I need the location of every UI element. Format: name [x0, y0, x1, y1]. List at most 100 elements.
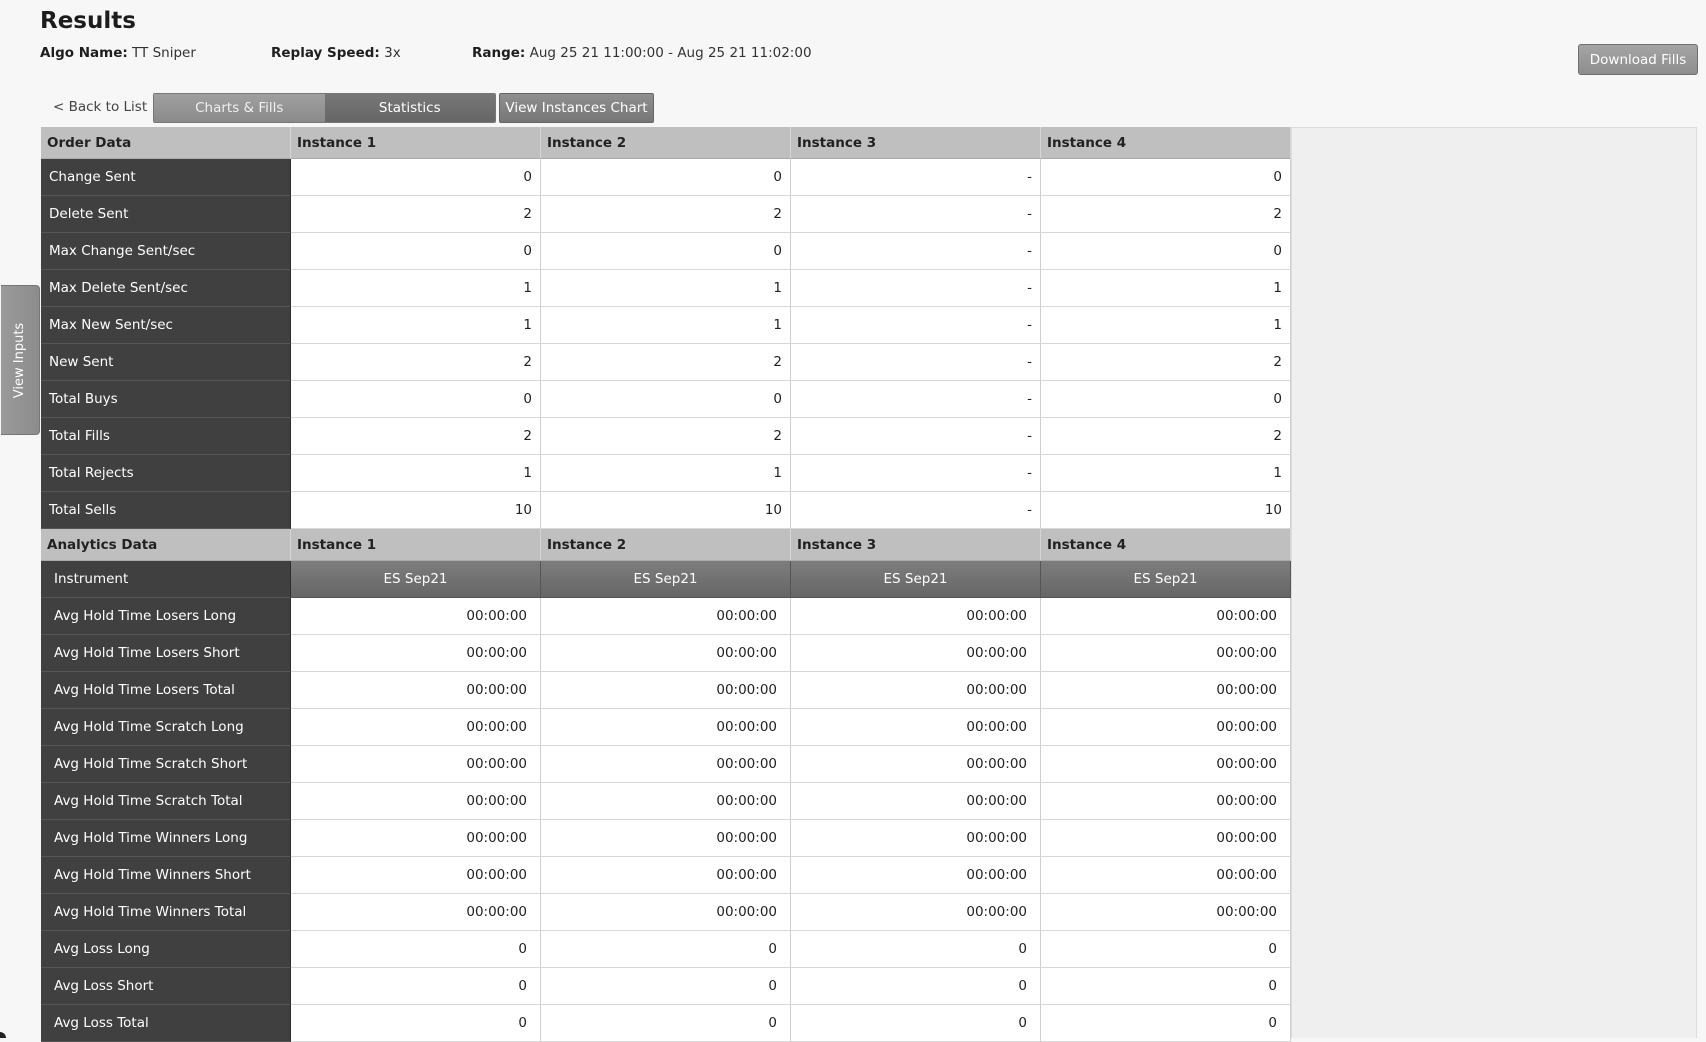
- column-header: Instance 3: [791, 529, 1041, 561]
- value-cell: -: [791, 270, 1041, 307]
- value-cell: 10: [291, 492, 541, 529]
- empty-panel: [1291, 127, 1697, 1038]
- table-row: Total Buys 0 0-0: [41, 381, 1291, 418]
- download-fills-button[interactable]: Download Fills: [1578, 44, 1698, 75]
- value-cell: -: [791, 492, 1041, 529]
- value-cell: 00:00:00: [291, 709, 541, 746]
- value-cell: 0: [291, 381, 541, 418]
- tab-charts-fills[interactable]: Charts & Fills: [154, 94, 325, 122]
- value-cell: -: [791, 418, 1041, 455]
- value-cell: 0: [541, 233, 791, 270]
- value-cell: 00:00:00: [1041, 857, 1291, 894]
- table-row: Avg Hold Time Losers Short 00:00:00 00:00:…: [41, 635, 1291, 672]
- table-row: Change Sent 0 0-0: [41, 159, 1291, 196]
- value-cell: 0: [541, 381, 791, 418]
- value-cell: 1: [1041, 455, 1291, 492]
- value-cell: 0: [541, 1005, 791, 1042]
- row-label: Avg Hold Time Scratch Total: [41, 783, 291, 820]
- view-instances-chart-button[interactable]: View Instances Chart: [499, 93, 654, 123]
- value-cell: 0: [1041, 381, 1291, 418]
- table-row: Avg Hold Time Winners Long 00:00:00 00:00:…: [41, 820, 1291, 857]
- value-cell: 00:00:00: [541, 709, 791, 746]
- table-row: Total Fills 2 2-2: [41, 418, 1291, 455]
- table-header-row: Analytics Data Instance 1 Instance 2 Instan…: [41, 529, 1291, 561]
- value-cell: 0: [541, 968, 791, 1005]
- table-row: Avg Hold Time Losers Total 00:00:00 00:00:…: [41, 672, 1291, 709]
- row-label: Max New Sent/sec: [41, 307, 291, 344]
- value-cell: 00:00:00: [791, 635, 1041, 672]
- table-header-row: Order Data Instance 1 Instance 2 Instance 3…: [41, 127, 1291, 159]
- back-to-list-link[interactable]: < Back to List: [53, 99, 147, 115]
- value-cell: 2: [541, 196, 791, 233]
- value-cell: -: [791, 159, 1041, 196]
- value-cell: 1: [541, 270, 791, 307]
- value-cell: 00:00:00: [791, 783, 1041, 820]
- value-cell: 00:00:00: [291, 598, 541, 635]
- column-header: Instance 1: [291, 127, 541, 159]
- table-row: Max Delete Sent/sec 1 1-1: [41, 270, 1291, 307]
- table-row: Avg Loss Total 0 0 0 0: [41, 1005, 1291, 1042]
- row-label: Avg Hold Time Losers Long: [41, 598, 291, 635]
- row-label: Avg Loss Long: [41, 931, 291, 968]
- row-label: Avg Hold Time Losers Short: [41, 635, 291, 672]
- value-cell: 00:00:00: [1041, 894, 1291, 931]
- statistics-table: Order Data Instance 1 Instance 2 Instance 3…: [41, 127, 1291, 1042]
- value-cell: 0: [1041, 1005, 1291, 1042]
- replay-speed-value: 3x: [384, 45, 401, 61]
- value-cell: 00:00:00: [791, 894, 1041, 931]
- table-row: Delete Sent 2 2-2: [41, 196, 1291, 233]
- value-cell: 0: [291, 159, 541, 196]
- value-cell: 0: [291, 233, 541, 270]
- row-label: Total Rejects: [41, 455, 291, 492]
- row-label: Instrument: [41, 561, 291, 598]
- row-label: Avg Hold Time Winners Total: [41, 894, 291, 931]
- replay-speed: Replay Speed: 3x: [271, 45, 401, 61]
- value-cell: 0: [791, 1005, 1041, 1042]
- column-header: Instance 2: [541, 127, 791, 159]
- row-label: Avg Hold Time Winners Short: [41, 857, 291, 894]
- value-cell: 00:00:00: [541, 894, 791, 931]
- value-cell: 1: [291, 307, 541, 344]
- value-cell: 00:00:00: [791, 672, 1041, 709]
- instrument-row: Instrument ES Sep21 ES Sep21 ES Sep21 ES Sep…: [41, 561, 1291, 598]
- column-header: Instance 3: [791, 127, 1041, 159]
- value-cell: 00:00:00: [291, 820, 541, 857]
- column-header: Instance 4: [1041, 529, 1291, 561]
- value-cell: 0: [291, 1005, 541, 1042]
- table-row: Avg Hold Time Losers Long 00:00:00 00:00:0…: [41, 598, 1291, 635]
- row-label: Max Delete Sent/sec: [41, 270, 291, 307]
- value-cell: 00:00:00: [791, 709, 1041, 746]
- value-cell: 0: [291, 968, 541, 1005]
- value-cell: 1: [1041, 270, 1291, 307]
- row-label: Avg Hold Time Scratch Long: [41, 709, 291, 746]
- value-cell: 00:00:00: [1041, 783, 1291, 820]
- value-cell: 2: [1041, 344, 1291, 381]
- value-cell: 00:00:00: [291, 635, 541, 672]
- row-label: Delete Sent: [41, 196, 291, 233]
- value-cell: 1: [1041, 307, 1291, 344]
- value-cell: 2: [541, 418, 791, 455]
- value-cell: 2: [291, 344, 541, 381]
- value-cell: 10: [541, 492, 791, 529]
- value-cell: 00:00:00: [291, 672, 541, 709]
- range-label: Range:: [472, 45, 526, 61]
- value-cell: 00:00:00: [541, 857, 791, 894]
- range-value: Aug 25 21 11:00:00 - Aug 25 21 11:02:00: [529, 45, 812, 61]
- view-inputs-tab[interactable]: View Inputs: [1, 285, 40, 435]
- algo-name: Algo Name: TT Sniper: [40, 45, 196, 61]
- value-cell: 00:00:00: [541, 635, 791, 672]
- table-row: Avg Hold Time Scratch Long 00:00:00 00:00:…: [41, 709, 1291, 746]
- table-row: Max Change Sent/sec 0 0-0: [41, 233, 1291, 270]
- row-label: Avg Hold Time Scratch Short: [41, 746, 291, 783]
- value-cell: 00:00:00: [791, 820, 1041, 857]
- value-cell: 2: [1041, 418, 1291, 455]
- value-cell: 1: [291, 270, 541, 307]
- value-cell: 00:00:00: [1041, 820, 1291, 857]
- range: Range: Aug 25 21 11:00:00 - Aug 25 21 11…: [472, 45, 812, 61]
- value-cell: 1: [541, 455, 791, 492]
- row-label: New Sent: [41, 344, 291, 381]
- value-cell: 00:00:00: [541, 746, 791, 783]
- row-label: Avg Loss Total: [41, 1005, 291, 1042]
- tab-statistics[interactable]: Statistics: [324, 94, 495, 122]
- value-cell: 10: [1041, 492, 1291, 529]
